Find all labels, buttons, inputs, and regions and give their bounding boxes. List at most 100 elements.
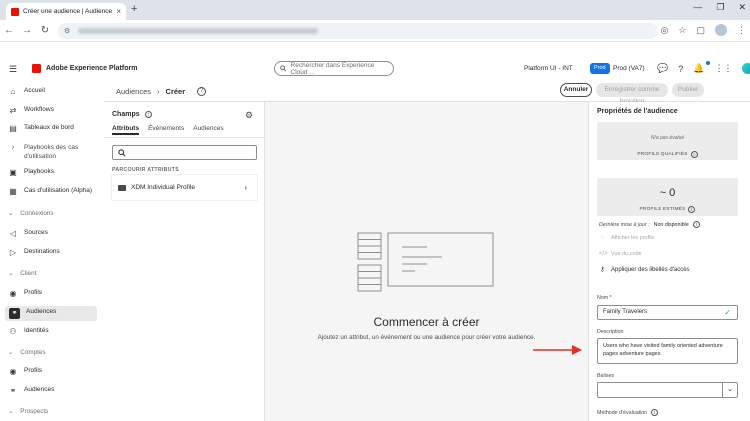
close-window-button[interactable]: ✕ (738, 2, 746, 13)
global-search-input[interactable]: Rechercher dans Experience Cloud ... (274, 61, 394, 76)
sidebar-item-destinations[interactable]: ▷ Destinations (8, 248, 60, 257)
last-update-row: Dernière mise à jour : Non disponible i (599, 221, 700, 228)
info-icon[interactable]: i (692, 221, 700, 228)
sidebar-item-sources[interactable]: ◁ Sources (8, 229, 48, 238)
sidebar-section-client[interactable]: ⌄ Client (8, 270, 36, 277)
sidebar-item-identities[interactable]: ⚇ Identités (8, 327, 48, 336)
apps-grid-icon[interactable]: ⋮⋮ (714, 63, 732, 74)
site-info-icon[interactable]: ⚙ (64, 27, 70, 35)
new-tab-button[interactable]: + (131, 3, 137, 15)
last-update-label: Dernière mise à jour : (599, 221, 650, 228)
sidebar-item-playbooks[interactable]: ▣ Playbooks (8, 168, 54, 177)
app-header: ☰ Adobe Experience Platform Rechercher d… (0, 58, 750, 80)
empty-state-subtitle: Ajoutez un attribut, un événement ou une… (317, 334, 536, 341)
home-icon: ⌂ (10, 87, 16, 96)
sidebar-item-playbook-usecases[interactable]: › Playbooks des cas d'utilisation (8, 144, 90, 161)
fields-title: Champs (112, 111, 140, 118)
fields-tabs: Attributs Événements Audiences (112, 125, 224, 135)
sidebar-item-usecases[interactable]: ▦ Cas d'utilisation (Alpha) (8, 187, 92, 196)
sidebar-item-label: Playbooks des cas d'utilisation (24, 144, 79, 160)
sandbox-switcher[interactable]: Prod (VA7) (613, 65, 645, 72)
sidebar-section-connections[interactable]: ⌄ Connexions (8, 210, 54, 217)
name-field[interactable]: Family Travelers ✓ (597, 305, 738, 320)
audiences-icon: ⚭ (9, 308, 20, 319)
url-text-blurred (78, 28, 319, 34)
breadcrumb-audiences[interactable]: Audiences (116, 87, 151, 96)
reload-icon[interactable]: ↻ (36, 25, 54, 36)
description-label: Description (597, 329, 624, 335)
description-field[interactable]: Users who have visited family oriented a… (597, 338, 738, 364)
view-code-link[interactable]: </> Vue du code (599, 251, 642, 257)
annotation-arrow-icon (533, 345, 582, 355)
bookmark-star-icon[interactable]: ☆ (678, 25, 686, 36)
eye-off-icon[interactable]: ◎ (661, 25, 669, 36)
name-value: Family Travelers (603, 309, 648, 315)
checkmark-icon: ✓ (724, 308, 731, 317)
cancel-button[interactable]: Annuler (560, 83, 592, 97)
fields-search-input[interactable] (112, 145, 257, 160)
sidebar-item-workflows[interactable]: ⇄ Workflows (8, 106, 54, 115)
adobe-favicon-icon (11, 7, 19, 16)
close-tab-icon[interactable]: × (116, 7, 121, 16)
tags-combobox[interactable]: ⌄ (597, 382, 738, 398)
sidebar-section-prospects[interactable]: ⌄ Prospects (8, 408, 48, 415)
chevron-right-icon[interactable]: › (244, 183, 247, 192)
publish-button[interactable]: Publier (672, 83, 704, 97)
info-icon[interactable]: i (144, 111, 152, 118)
extensions-icon[interactable]: ▢ (696, 25, 705, 36)
hamburger-icon[interactable]: ☰ (9, 64, 17, 75)
info-icon[interactable]: i (688, 206, 696, 213)
save-draft-button[interactable]: Enregistrer comme brouillon (596, 83, 668, 105)
help-icon[interactable]: ? (678, 64, 683, 74)
browser-menu-icon[interactable]: ⋮ (737, 25, 746, 36)
maximize-button[interactable]: ❐ (716, 2, 724, 13)
info-icon[interactable]: i (690, 151, 698, 158)
workflow-icon: ⇄ (9, 106, 17, 115)
feedback-icon[interactable]: 💬 (657, 63, 668, 74)
sandbox-type-badge[interactable]: Prod (590, 63, 610, 74)
minimize-button[interactable]: — (693, 2, 702, 13)
tab-events[interactable]: Événements (148, 125, 184, 132)
last-update-value: Non disponible (653, 221, 689, 228)
tab-title: Créer une audience | Audiences (23, 8, 113, 15)
notification-dot (706, 61, 710, 65)
forward-icon[interactable]: → (18, 25, 36, 36)
sources-icon: ◁ (9, 229, 17, 238)
section-label: Prospects (20, 408, 49, 415)
gear-icon[interactable]: ⚙ (245, 110, 253, 121)
sidebar-item-audiences[interactable]: ⚭ Audiences (5, 306, 97, 321)
playbook-icon: ▣ (9, 168, 17, 177)
view-profiles-link[interactable]: ◌ Afficher les profils (599, 235, 655, 241)
page-header: Audiences › Créer ? Annuler Enregistrer … (104, 80, 750, 105)
estimated-profiles-label: PROFILS ESTIMÉS i (597, 206, 738, 213)
browser-tab[interactable]: Créer une audience | Audiences × (6, 3, 126, 20)
info-icon[interactable]: i (651, 409, 659, 416)
user-avatar[interactable] (742, 63, 750, 74)
tab-attributes[interactable]: Attributs (112, 125, 140, 135)
apply-access-labels-link[interactable]: ⚷ Appliquer des libellés d'accès (599, 266, 689, 274)
browser-tab-strip: Créer une audience | Audiences × + — ❐ ✕ (0, 0, 750, 20)
address-bar[interactable]: ⚙ (58, 23, 658, 39)
estimated-profiles-card: ~ 0 PROFILS ESTIMÉS i (597, 178, 738, 216)
browser-profile-avatar[interactable] (715, 24, 727, 36)
tab-audiences[interactable]: Audiences (193, 125, 223, 132)
sidebar-item-dashboards[interactable]: ▤ Tableaux de bord (8, 124, 74, 133)
sidebar-item-account-audiences[interactable]: ⚭ Audiences (8, 386, 55, 395)
left-nav: ⌂ Accueil ⇄ Workflows ▤ Tableaux de bord… (0, 82, 100, 421)
back-icon[interactable]: ← (0, 25, 18, 36)
builder-canvas[interactable]: Commencer à créer Ajoutez un attribut, u… (265, 102, 588, 421)
destinations-icon: ▷ (9, 248, 17, 257)
sidebar-item-label: Audiences (26, 308, 57, 315)
key-icon: ⚷ (600, 267, 605, 273)
sidebar-section-accounts[interactable]: ⌄ Comptes (8, 349, 45, 356)
folder-icon (118, 184, 126, 191)
tree-item-xdm-profile[interactable]: XDM Individual Profile › (112, 175, 257, 200)
tags-label: Balises (597, 373, 615, 379)
sidebar-item-account-profiles[interactable]: ◉ Profils (8, 367, 43, 376)
chevron-down-icon[interactable]: ⌄ (722, 383, 737, 397)
help-icon[interactable]: ? (197, 87, 207, 96)
notifications-icon[interactable]: 🔔 (693, 63, 704, 74)
sidebar-item-profiles[interactable]: ◉ Profils (8, 289, 43, 298)
org-name[interactable]: Platform UI - INT (524, 65, 573, 72)
sidebar-item-home[interactable]: ⌂ Accueil (8, 87, 45, 96)
